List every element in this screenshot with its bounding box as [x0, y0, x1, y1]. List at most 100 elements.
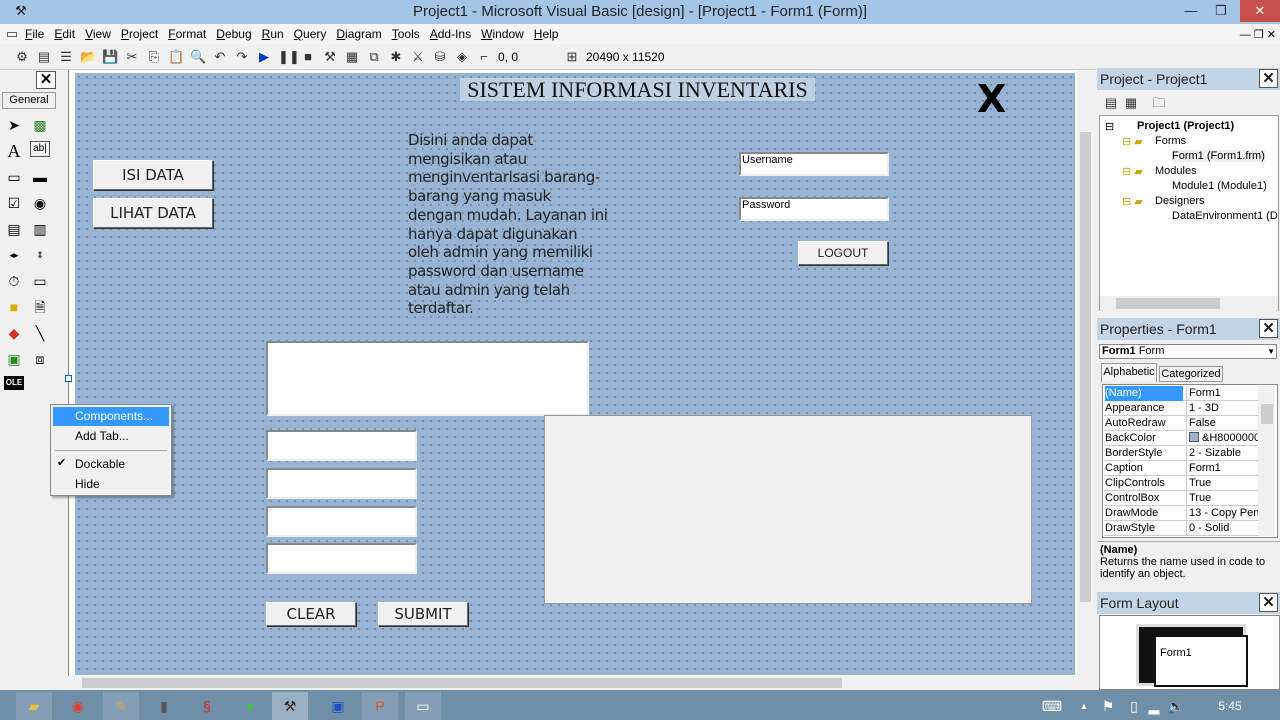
- flag-icon[interactable]: ⚑: [1098, 692, 1118, 720]
- property-row[interactable]: Appearance 1 - 3D: [1104, 401, 1258, 416]
- pointer-icon[interactable]: ➤: [4, 115, 24, 135]
- property-value[interactable]: True: [1186, 476, 1260, 491]
- checkbox-icon[interactable]: ☑: [4, 193, 24, 213]
- line-icon[interactable]: ●: [232, 692, 268, 720]
- property-row[interactable]: Caption Form1: [1104, 461, 1258, 476]
- battery-icon[interactable]: ▯: [1124, 692, 1144, 720]
- app-icon[interactable]: ▣: [320, 692, 356, 720]
- line-icon[interactable]: ╲: [30, 323, 50, 343]
- properties-close-button[interactable]: ✕: [1259, 319, 1278, 338]
- picturebox-icon[interactable]: ▩: [30, 115, 50, 135]
- property-row[interactable]: (Name) Form1: [1104, 386, 1258, 401]
- shape-icon[interactable]: ◆: [4, 323, 24, 343]
- menu-help[interactable]: Help: [534, 27, 559, 41]
- app-icon[interactable]: §: [189, 692, 225, 720]
- break-icon[interactable]: ❚❚: [278, 49, 300, 65]
- properties-scrollbar[interactable]: [1258, 386, 1275, 536]
- collapse-icon[interactable]: ⊟: [1105, 120, 1114, 133]
- menu-editor-icon[interactable]: ☰: [58, 49, 74, 65]
- show-hidden-icons[interactable]: ▲: [1076, 692, 1092, 720]
- property-row[interactable]: DrawStyle 0 - Solid: [1104, 521, 1258, 536]
- menu-add-ins[interactable]: Add-Ins: [430, 27, 471, 41]
- property-value[interactable]: 1 - 3D: [1186, 401, 1260, 416]
- object-browser-icon[interactable]: ✱: [388, 49, 404, 65]
- object-selector[interactable]: Form1 Form ▼: [1099, 344, 1277, 359]
- minimize-button[interactable]: —: [1176, 0, 1206, 22]
- lihat-data-button[interactable]: LIHAT DATA: [93, 198, 213, 228]
- data-icon[interactable]: ⧈: [30, 349, 50, 369]
- vscrollbar-icon[interactable]: ⇕: [30, 245, 50, 265]
- component-manager-icon[interactable]: ◈: [454, 49, 470, 65]
- menu-item-add-tab[interactable]: Add Tab...: [53, 427, 169, 446]
- menu-format[interactable]: Format: [168, 27, 206, 41]
- form1-preview[interactable]: Form1: [1154, 635, 1248, 687]
- text-input-3[interactable]: [266, 506, 417, 537]
- volume-icon[interactable]: 🔈: [1166, 692, 1186, 720]
- tree-module1[interactable]: Module1 (Module1): [1172, 180, 1267, 192]
- textbox-icon[interactable]: ab|: [30, 141, 50, 157]
- image-icon[interactable]: ▣: [4, 349, 24, 369]
- hscrollbar-icon[interactable]: ◂▸: [4, 245, 24, 265]
- ole-icon[interactable]: OLE: [4, 376, 24, 390]
- property-value[interactable]: 13 - Copy Pen: [1186, 506, 1260, 521]
- text-input-1[interactable]: [266, 430, 417, 461]
- view-code-icon[interactable]: ▤: [1103, 95, 1119, 111]
- redo-icon[interactable]: ↷: [234, 49, 250, 65]
- toolbox-close-button[interactable]: ✕: [36, 71, 56, 89]
- listbox-icon[interactable]: ▥: [30, 219, 50, 239]
- resize-handle[interactable]: [65, 375, 72, 382]
- tab-alphabetic[interactable]: Alphabetic: [1101, 363, 1157, 382]
- tree-modules[interactable]: Modules: [1155, 165, 1197, 177]
- property-value[interactable]: 2 - Sizable: [1186, 446, 1260, 461]
- submit-button[interactable]: SUBMIT: [378, 602, 468, 626]
- menu-edit[interactable]: Edit: [54, 27, 75, 41]
- isi-data-button[interactable]: ISI DATA: [93, 160, 213, 190]
- properties-window-icon[interactable]: ▦: [344, 49, 360, 65]
- optionbutton-icon[interactable]: ◉: [30, 193, 50, 213]
- menu-item-components[interactable]: Components...: [53, 407, 169, 426]
- dirlistbox-icon[interactable]: ■: [4, 297, 24, 317]
- designer-horizontal-scrollbar[interactable]: [68, 676, 1077, 690]
- end-icon[interactable]: ■: [300, 49, 316, 65]
- combobox-icon[interactable]: ▤: [4, 219, 24, 239]
- property-value[interactable]: False: [1186, 416, 1260, 431]
- password-input[interactable]: Password: [739, 197, 889, 221]
- tree-project1[interactable]: Project1 (Project1): [1137, 120, 1234, 132]
- property-value[interactable]: &H80000002: [1186, 431, 1260, 446]
- tree-dataenvironment1[interactable]: DataEnvironment1 (DataEnvironment1): [1172, 210, 1278, 222]
- project-close-button[interactable]: ✕: [1259, 69, 1278, 88]
- chrome-icon[interactable]: ◉: [60, 692, 96, 720]
- toolbox-icon[interactable]: ⚔: [410, 49, 426, 65]
- username-input[interactable]: Username: [739, 152, 889, 176]
- cut-icon[interactable]: ✂: [124, 49, 140, 65]
- menu-query[interactable]: Query: [294, 27, 327, 41]
- frame-icon[interactable]: ▭: [4, 167, 24, 187]
- label-icon[interactable]: A: [4, 141, 24, 161]
- find-icon[interactable]: 🔍: [190, 49, 206, 65]
- toggle-folders-icon[interactable]: 🗀: [1151, 95, 1167, 111]
- menu-run[interactable]: Run: [262, 27, 284, 41]
- project-horizontal-scrollbar[interactable]: [1100, 296, 1278, 311]
- form-close-label[interactable]: X: [977, 77, 1006, 121]
- app-icon[interactable]: ✎: [103, 692, 139, 720]
- menu-diagram[interactable]: Diagram: [336, 27, 381, 41]
- filelistbox-icon[interactable]: 🗎: [30, 297, 50, 317]
- tab-categorized[interactable]: Categorized: [1159, 366, 1223, 382]
- copy-icon[interactable]: ⎘: [146, 49, 162, 65]
- logout-button[interactable]: LOGOUT: [798, 241, 888, 265]
- mdi-controls[interactable]: — ❐ ✕: [1240, 28, 1276, 41]
- chevron-down-icon[interactable]: ▼: [1267, 345, 1275, 358]
- vb-window-icon[interactable]: ▭: [405, 692, 441, 720]
- property-row[interactable]: ControlBox True: [1104, 491, 1258, 506]
- property-value[interactable]: Form1: [1186, 461, 1260, 476]
- app-icon[interactable]: ▮: [146, 692, 182, 720]
- form-layout-icon[interactable]: ⧉: [366, 49, 382, 65]
- menu-view[interactable]: View: [85, 27, 111, 41]
- drivelistbox-icon[interactable]: ▭: [30, 271, 50, 291]
- start-icon[interactable]: ▶: [256, 49, 272, 65]
- text-input-2[interactable]: [266, 468, 417, 499]
- data-view-icon[interactable]: ⛁: [432, 49, 448, 65]
- add-project-icon[interactable]: ⚙: [14, 49, 30, 65]
- keyboard-icon[interactable]: ⌨: [1040, 692, 1064, 720]
- menu-debug[interactable]: Debug: [216, 27, 251, 41]
